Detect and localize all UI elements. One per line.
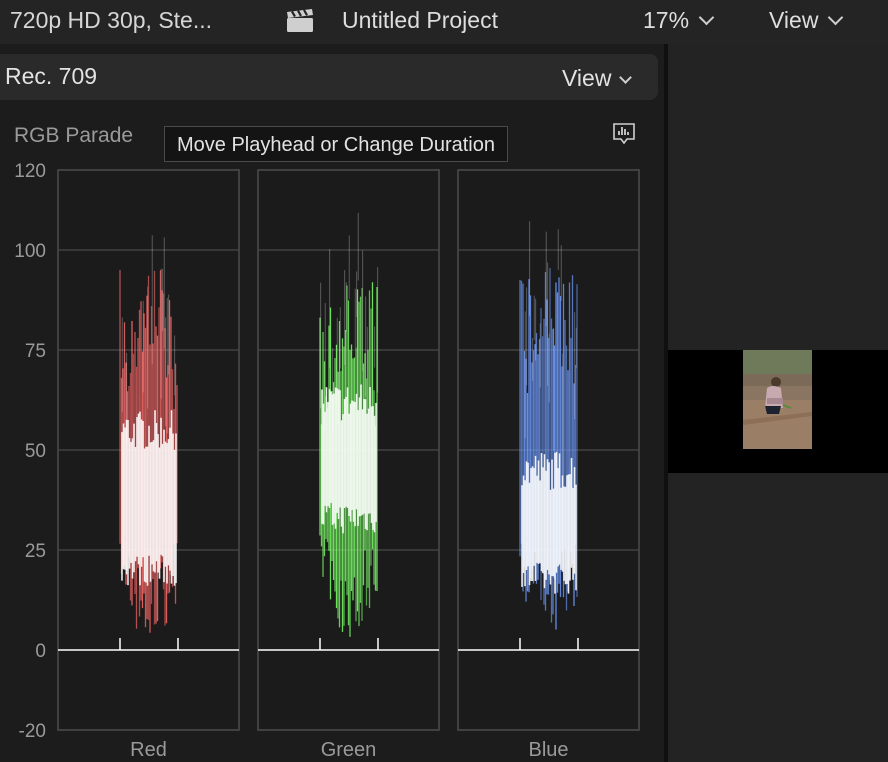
y-tick-label: 0 <box>35 641 46 662</box>
top-toolbar: 720p HD 30p, Ste... Untitled Project 17%… <box>0 0 888 44</box>
view-label: View <box>769 7 819 33</box>
project-title: Untitled Project <box>342 7 498 33</box>
viewer-view-menu[interactable]: View <box>769 7 844 34</box>
channel-label-red: Red <box>130 739 167 761</box>
chevron-down-icon <box>698 9 715 26</box>
y-tick-label: 120 <box>14 161 46 182</box>
chevron-down-icon <box>828 9 844 26</box>
video-scopes-panel: Rec. 709 View RGB Parade Move Playhead o… <box>0 44 664 762</box>
zoom-label: 17% <box>643 7 690 33</box>
y-tick-label: 25 <box>25 541 46 562</box>
y-tick-label: 100 <box>14 241 46 262</box>
video-thumbnail <box>743 350 812 449</box>
video-frame[interactable] <box>668 350 888 473</box>
y-tick-label: -20 <box>19 721 46 742</box>
viewer-panel <box>668 44 888 762</box>
y-tick-label: 75 <box>25 341 46 362</box>
project-format-label[interactable]: 720p HD 30p, Ste... <box>10 7 212 34</box>
channel-label-blue: Blue <box>528 739 568 761</box>
clapperboard-icon[interactable] <box>286 9 314 33</box>
rgb-parade-chart: 120 100 75 50 25 0 -20 Red Green Blue <box>14 161 640 761</box>
channel-label-green: Green <box>321 739 377 761</box>
y-tick-label: 50 <box>25 441 46 462</box>
zoom-menu[interactable]: 17% <box>643 7 715 34</box>
